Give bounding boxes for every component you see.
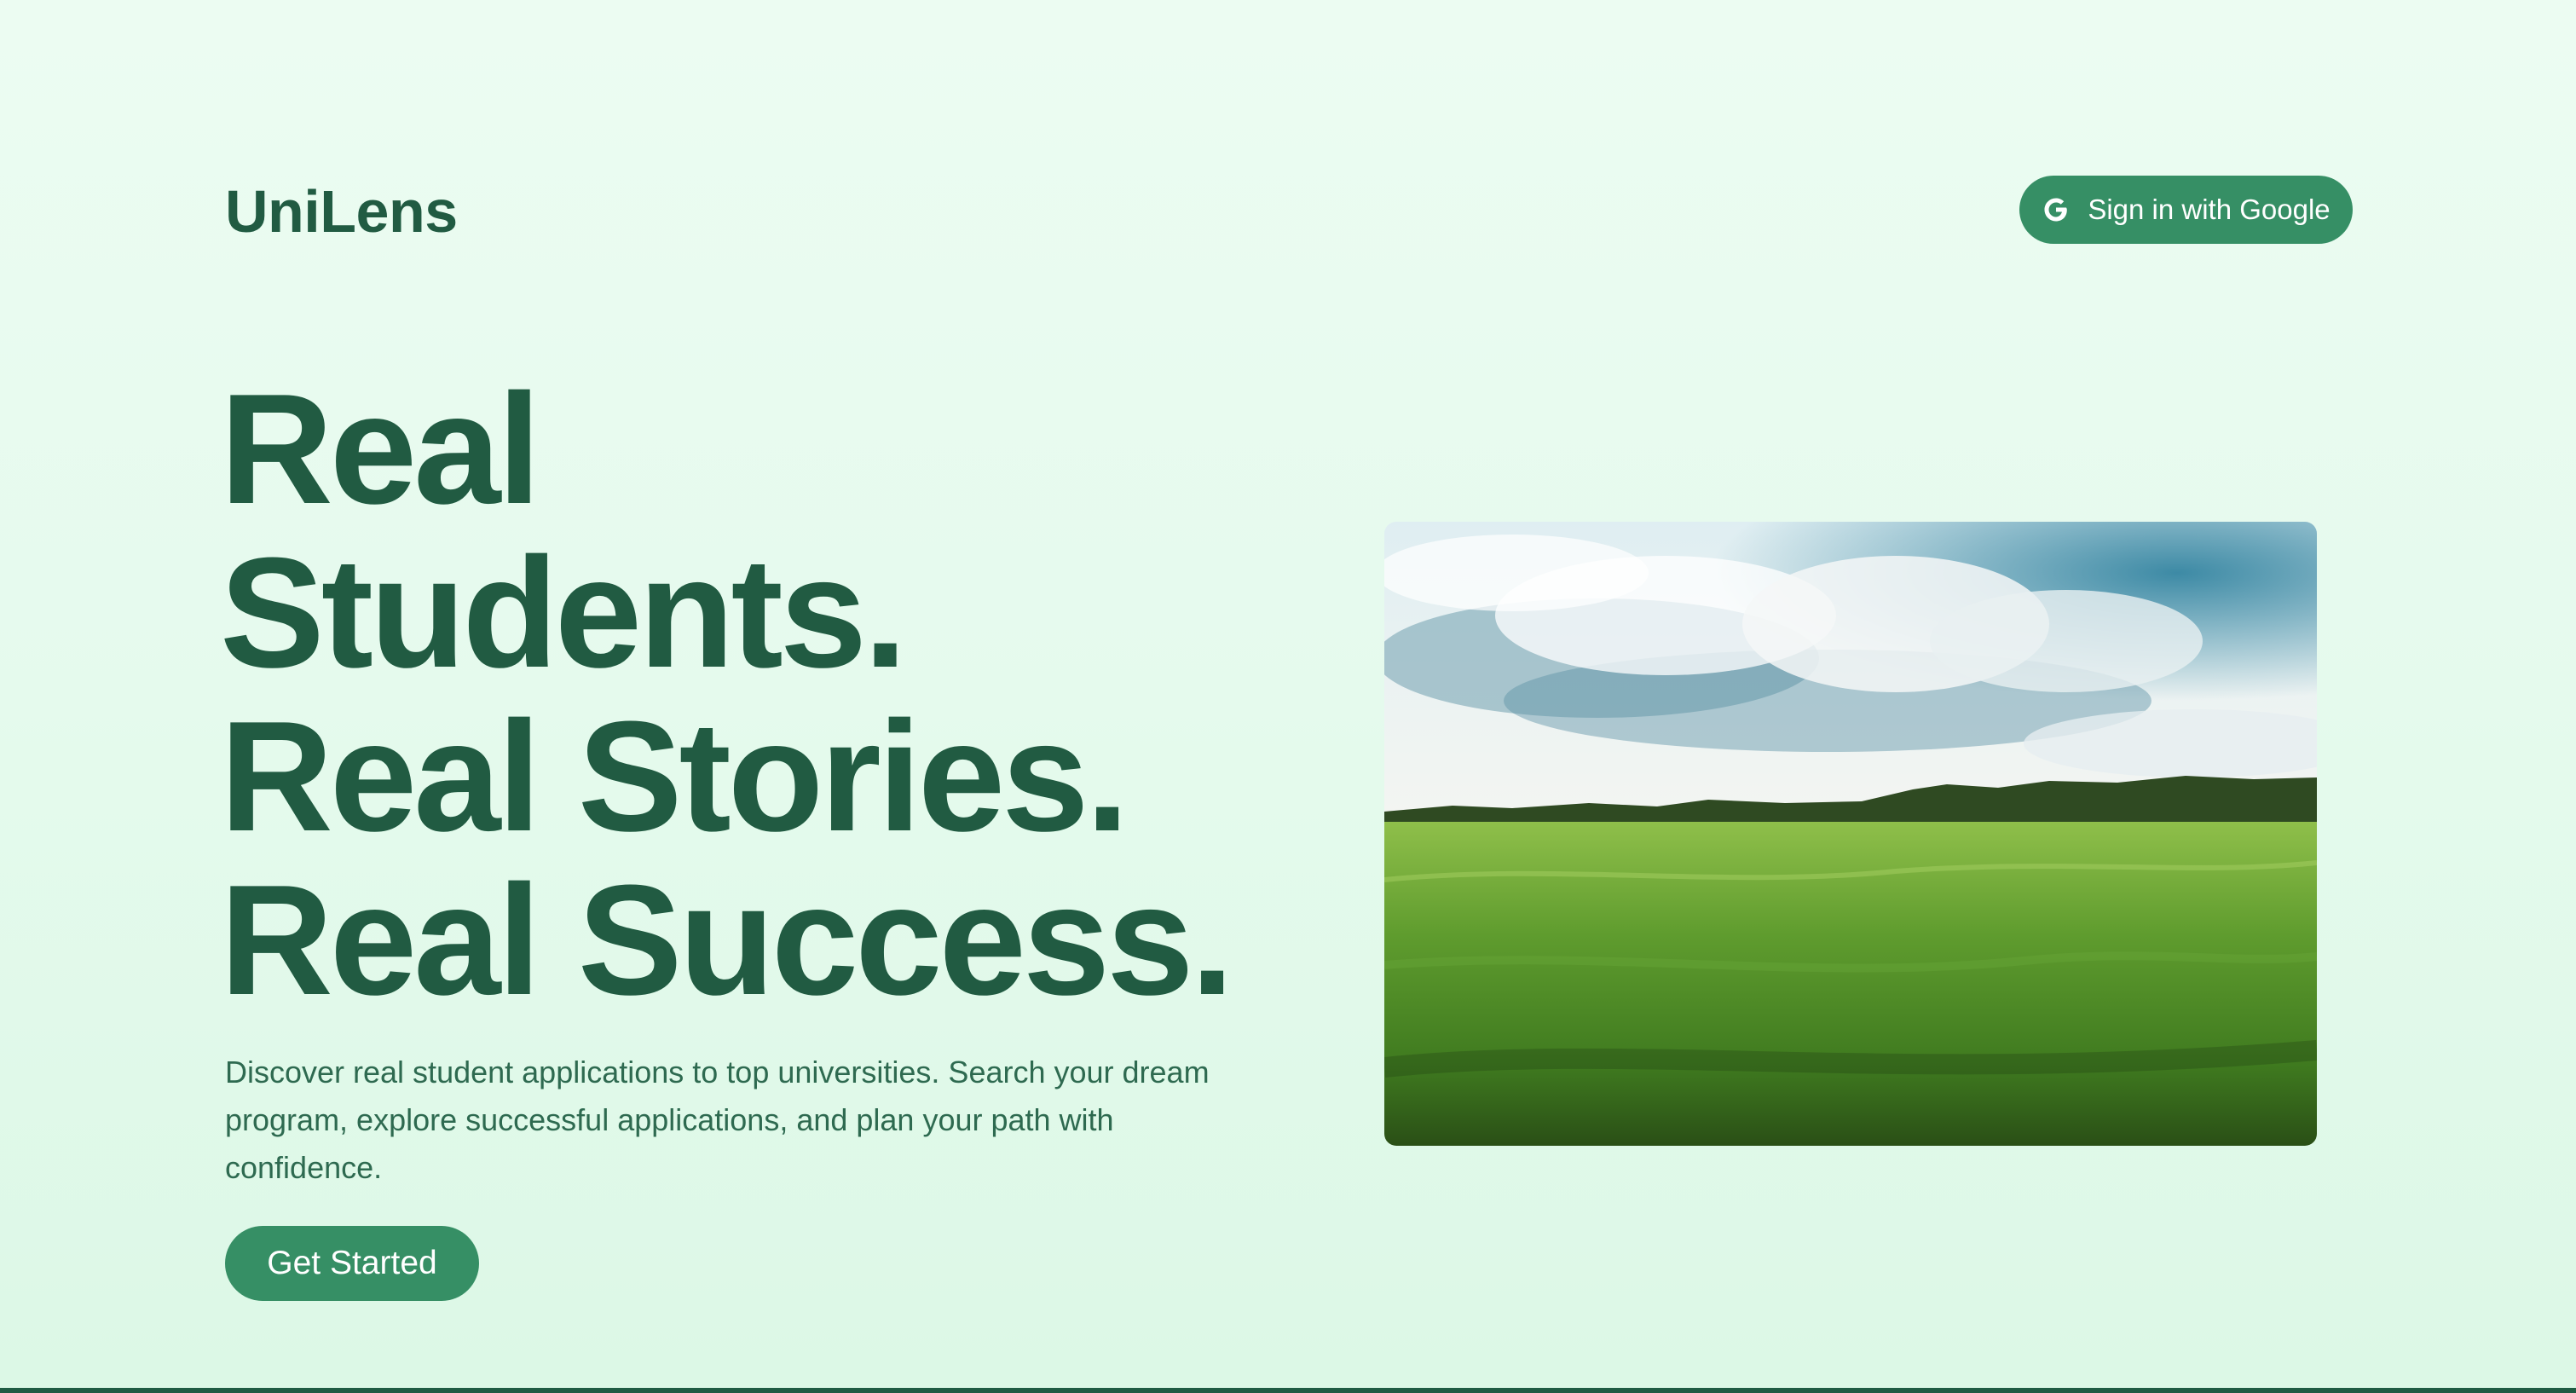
headline-line-3: Real Stories. (220, 688, 1129, 864)
footer-divider (0, 1388, 2576, 1393)
google-signin-button[interactable]: Sign in with Google (2019, 176, 2353, 244)
brand-logo[interactable]: UniLens (225, 176, 458, 247)
hero-image (1384, 522, 2317, 1146)
hero-description: Discover real student applications to to… (225, 1055, 1210, 1185)
get-started-button[interactable]: Get Started (225, 1226, 479, 1301)
headline-line-2: Students. (220, 524, 907, 700)
hero-headline: Real Students. Real Stories. Real Succes… (220, 361, 1234, 1027)
headline-line-4: Real Success. (220, 852, 1234, 1027)
headline-line-1: Real (220, 361, 541, 536)
google-g-icon (2042, 195, 2071, 224)
signin-label: Sign in with Google (2088, 194, 2331, 225)
